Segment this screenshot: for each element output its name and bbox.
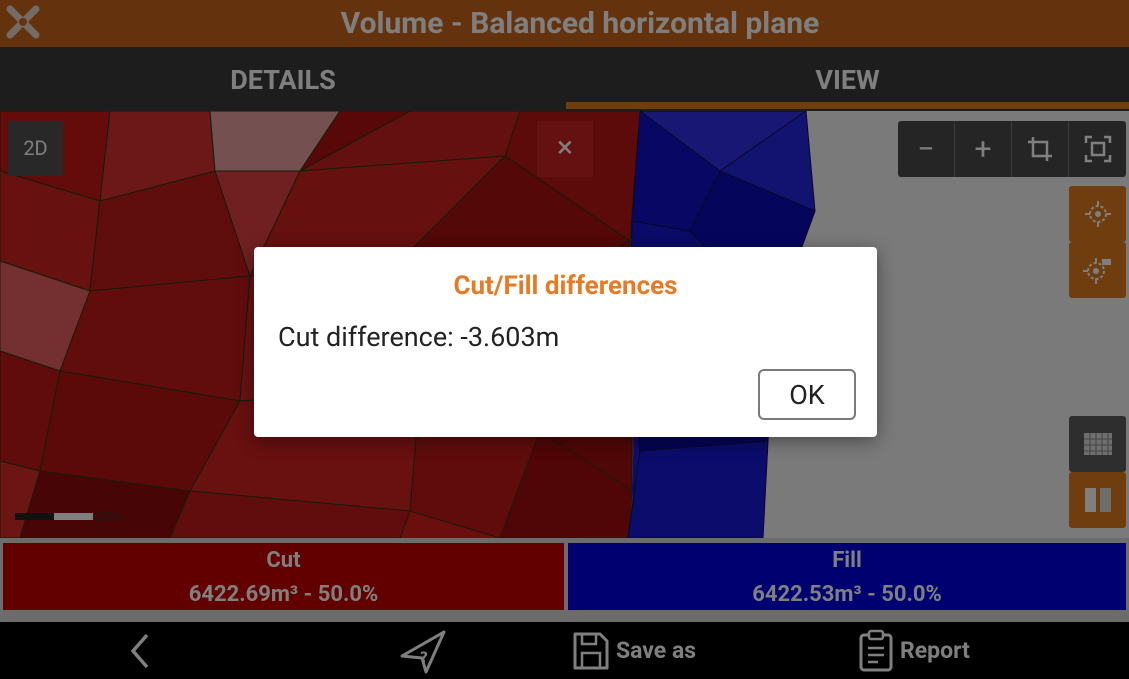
cut-fill-dialog: Cut/Fill differences Cut difference: -3.…	[254, 247, 877, 437]
dialog-message: Cut difference: -3.603m	[278, 321, 560, 353]
dialog-title: Cut/Fill differences	[453, 271, 678, 301]
ok-button[interactable]: OK	[758, 369, 856, 420]
